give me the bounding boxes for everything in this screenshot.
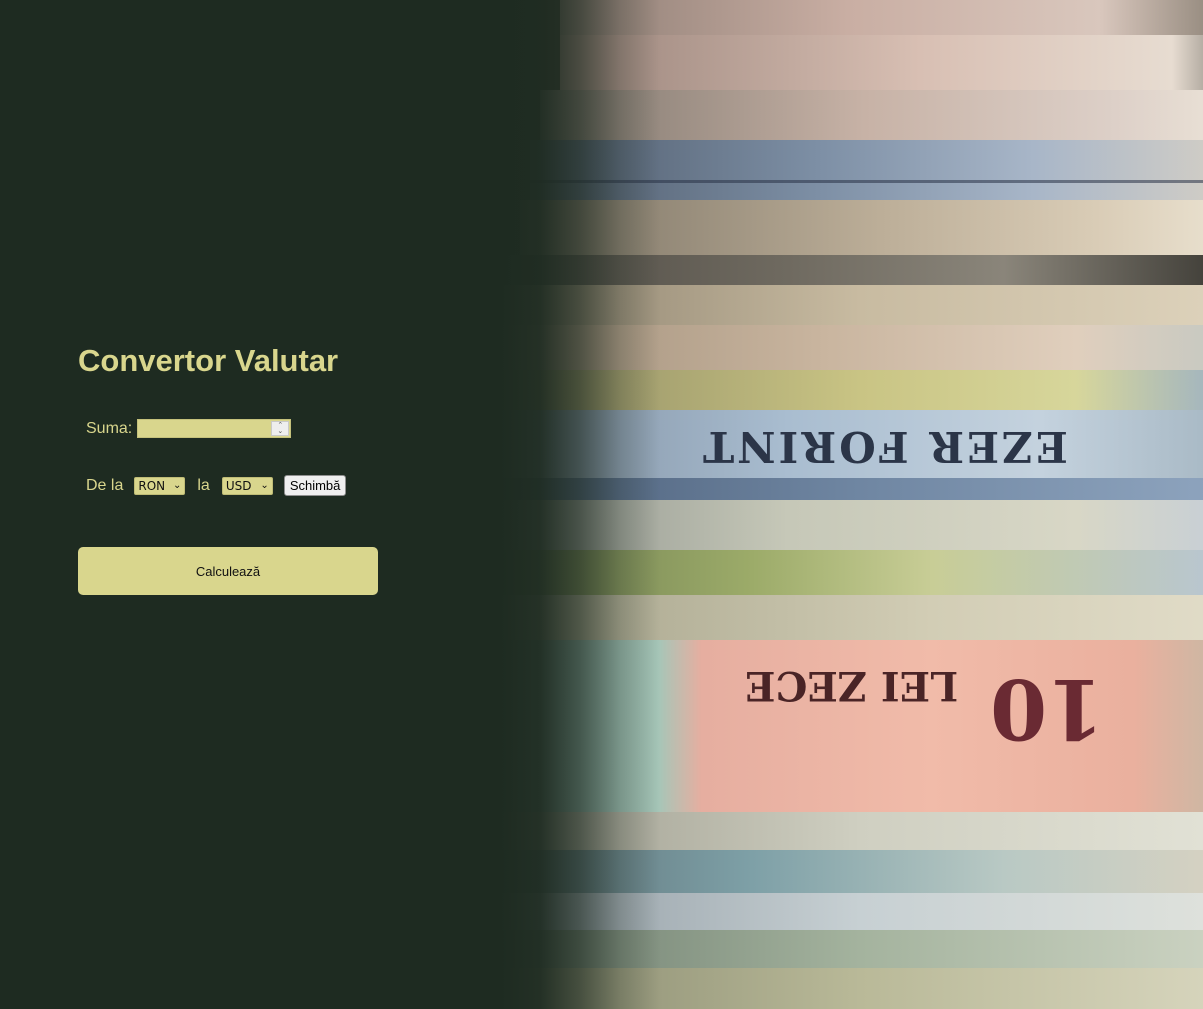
amount-row: Suma: ⌃ ⌄ (86, 419, 292, 438)
banknote (500, 812, 1203, 852)
lei-banknote-number: 10 (990, 660, 1105, 756)
amount-label: Suma: (86, 419, 133, 437)
page: EZER FORINT LEI ZECE 10 Convertor Valuta… (0, 0, 1203, 1009)
to-currency-value: USD (225, 478, 252, 493)
chevron-down-icon: ⌄ (260, 479, 269, 491)
banknote (500, 595, 1203, 645)
banknote (500, 968, 1203, 1009)
from-currency-value: RON (138, 478, 166, 493)
currency-row: De la RON ⌄ la USD ⌄ Schimbă (86, 475, 347, 496)
banknote-forint: EZER FORINT (500, 410, 1203, 480)
banknote (560, 35, 1203, 95)
banknote (500, 850, 1203, 895)
banknotes-background-image: EZER FORINT LEI ZECE 10 (500, 0, 1203, 1009)
calculate-button[interactable]: Calculează (78, 547, 378, 595)
amount-input[interactable] (140, 420, 271, 437)
from-currency-select[interactable]: RON ⌄ (134, 476, 186, 495)
lei-banknote-text: LEI ZECE (745, 662, 959, 709)
chevron-down-icon: ⌄ (172, 479, 182, 491)
swap-currencies-button[interactable]: Schimbă (283, 475, 347, 496)
banknote (500, 550, 1203, 600)
banknote-lei: LEI ZECE 10 (500, 640, 1203, 815)
banknote (500, 893, 1203, 933)
banknote (500, 478, 1203, 500)
banknote (500, 500, 1203, 555)
to-currency-select[interactable]: USD ⌄ (221, 476, 273, 495)
forint-banknote-text: EZER FORINT (700, 422, 1068, 471)
number-spinner-icon[interactable]: ⌃ ⌄ (271, 421, 290, 436)
from-label: De la (86, 476, 124, 494)
banknote (540, 90, 1203, 145)
banknote (530, 140, 1203, 200)
to-label: la (197, 476, 210, 494)
banknote (560, 0, 1203, 40)
banknote (520, 200, 1203, 260)
banknote (500, 285, 1203, 330)
banknote (500, 930, 1203, 970)
banknote (500, 370, 1203, 415)
page-title: Convertor Valutar (78, 343, 339, 378)
amount-field-container[interactable]: ⌃ ⌄ (137, 419, 292, 438)
